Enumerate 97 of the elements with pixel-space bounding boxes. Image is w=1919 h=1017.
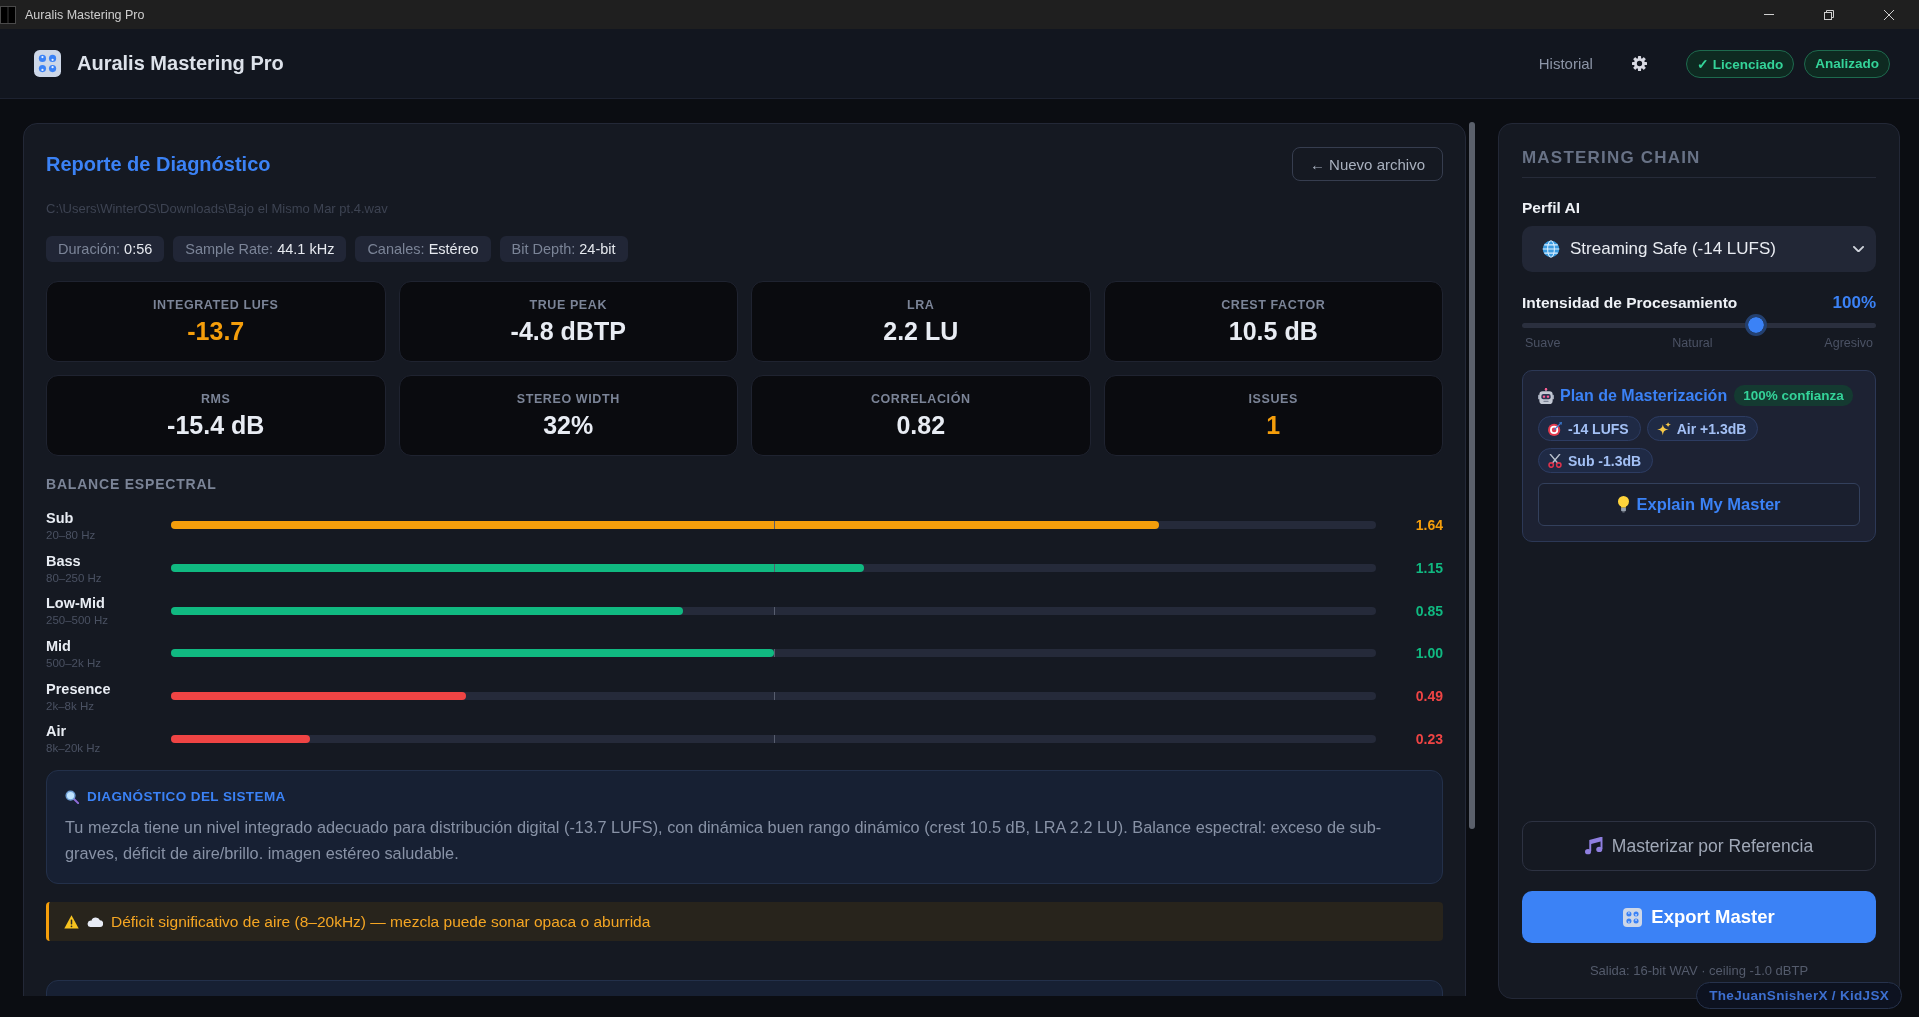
minimize-icon — [1764, 14, 1774, 15]
metric-label: TRUE PEAK — [529, 297, 608, 313]
band-name: Sub — [46, 508, 75, 528]
warning-icon — [64, 914, 79, 929]
scissors-icon — [1548, 453, 1562, 468]
band-reading: 0.23 — [1414, 730, 1443, 747]
close-icon — [1884, 9, 1894, 20]
metric-value: 10.5 dB — [1228, 316, 1318, 346]
band-range: 2k–8k Hz — [46, 698, 95, 713]
chip-label: Bit Depth: — [511, 241, 576, 257]
metric-value: -13.7 — [187, 316, 245, 346]
midpoint-tick — [773, 564, 775, 573]
metric-value: -4.8 dBTP — [510, 316, 626, 346]
band-range: 500–2k Hz — [46, 655, 102, 670]
band-reading: 1.00 — [1414, 645, 1443, 662]
restore-icon — [1824, 9, 1834, 20]
music-note-icon — [1584, 837, 1603, 855]
knobs-icon — [34, 50, 61, 77]
band-name: Mid — [46, 636, 72, 656]
globe-icon — [1542, 240, 1560, 258]
status-badge: Analizado — [1804, 49, 1890, 78]
report-title: Reporte de Diagnóstico — [46, 152, 271, 176]
band-reading: 0.85 — [1414, 602, 1443, 619]
slider-thumb[interactable] — [1744, 314, 1767, 336]
app-title: Auralis Mastering Pro — [77, 52, 284, 75]
chip-label: Canales: — [367, 241, 425, 257]
tag-label: Sub -1.3dB — [1568, 452, 1642, 469]
metric-value: 32% — [543, 410, 594, 440]
output-note: Salida: 16-bit WAV · ceiling -1.0 dBTP — [1588, 963, 1810, 978]
band-name: Air — [46, 722, 68, 742]
band-name: Low-Mid — [46, 594, 106, 614]
export-button[interactable]: Export Master — [1522, 891, 1876, 943]
robot-icon — [1538, 387, 1554, 404]
panel-title: MASTERING CHAIN — [1522, 148, 1876, 178]
app-icon — [0, 5, 16, 24]
intensity-reading: 100% — [1832, 293, 1876, 313]
metric-value: 2.2 LU — [883, 316, 959, 346]
scale-label: Natural — [1672, 336, 1713, 350]
window-title: Auralis Mastering Pro — [25, 7, 145, 22]
midpoint-tick — [773, 521, 775, 530]
metric-value: 1 — [1266, 410, 1281, 440]
cloud-icon — [87, 916, 103, 927]
search-icon — [65, 789, 79, 804]
plan-title: Plan de Masterización — [1560, 386, 1728, 405]
diagnosis-text: Tu mezcla tiene un nivel integrado adecuado para distribución digital (-13.7 LUFS), con dinámica buen rango dinámico (crest 10.5 dB, LRA 2.2 LU). Balance espectral: exceso de sub-graves, déficit de aire/brillo. imagen estéreo saludable. — [65, 817, 1383, 865]
metric-label: ISSUES — [1248, 391, 1298, 407]
confidence-badge: 100% confianza — [1734, 385, 1853, 406]
metric-value: 0.82 — [896, 410, 946, 440]
chip-label: Duración: — [58, 241, 121, 257]
band-range: 250–500 Hz — [46, 613, 110, 628]
metric-label: CREST FACTOR — [1221, 297, 1326, 313]
metric-label: RMS — [200, 391, 231, 407]
band-reading: 1.15 — [1414, 560, 1443, 577]
status-badge: ✓ Licenciado — [1685, 49, 1795, 78]
target-icon — [1548, 421, 1562, 436]
chevron-down-icon — [1853, 245, 1864, 253]
tag-label: -14 LUFS — [1568, 420, 1629, 437]
chip-value: Estéreo — [428, 241, 479, 257]
scale-label: Agresivo — [1824, 336, 1873, 350]
chip-value: 0:56 — [124, 241, 153, 257]
section-title: BALANCE ESPECTRAL — [46, 475, 218, 493]
explain-button[interactable]: Explain My Master — [1538, 483, 1860, 526]
history-link[interactable]: Historial — [1538, 55, 1593, 72]
profile-select[interactable]: Streaming Safe (-14 LUFS) — [1522, 226, 1876, 272]
bulb-icon — [1617, 496, 1629, 513]
chip-value: 24-bit — [579, 241, 616, 257]
metric-label: LRA — [907, 297, 935, 313]
chip-value: 44.1 kHz — [277, 241, 335, 257]
new-file-button[interactable]: ← Nuevo archivo — [1291, 147, 1443, 181]
midpoint-tick — [773, 734, 775, 743]
settings-icon[interactable] — [1631, 56, 1647, 71]
band-name: Presence — [46, 679, 112, 699]
band-range: 20–80 Hz — [46, 527, 97, 542]
band-range: 8k–20k Hz — [46, 741, 102, 756]
band-name: Bass — [46, 551, 82, 571]
tag-label: Air +1.3dB — [1676, 420, 1747, 437]
sparkle-icon — [1656, 421, 1671, 436]
knobs-icon — [1623, 907, 1643, 927]
metric-label: STEREO WIDTH — [516, 391, 620, 407]
intensity-label: Intensidad de Procesamiento — [1522, 294, 1738, 312]
metric-label: INTEGRATED LUFS — [153, 297, 279, 313]
chip-label: Sample Rate: — [185, 241, 274, 257]
alert-text: Déficit significativo de aire (8–20kHz) — mezcla puede sonar opaca o aburrida — [111, 912, 651, 931]
reference-button[interactable]: Masterizar por Referencia — [1522, 821, 1876, 871]
metric-label: CORRELACIÓN — [870, 391, 971, 407]
band-reading: 0.49 — [1414, 688, 1443, 705]
band-range: 80–250 Hz — [46, 570, 103, 585]
scale-label: Suave — [1525, 336, 1561, 350]
midpoint-tick — [773, 692, 775, 701]
midpoint-tick — [773, 649, 775, 658]
diagnosis-title: DIAGNÓSTICO DEL SISTEMA — [87, 789, 286, 805]
band-reading: 1.64 — [1414, 517, 1443, 534]
metric-value: -15.4 dB — [167, 410, 265, 440]
field-label: Perfil AI — [1522, 199, 1581, 217]
scrollbar-thumb[interactable] — [1469, 122, 1475, 829]
midpoint-tick — [773, 606, 775, 615]
credit-badge: TheJuanSnisherX / KidJSX — [1696, 982, 1902, 1009]
